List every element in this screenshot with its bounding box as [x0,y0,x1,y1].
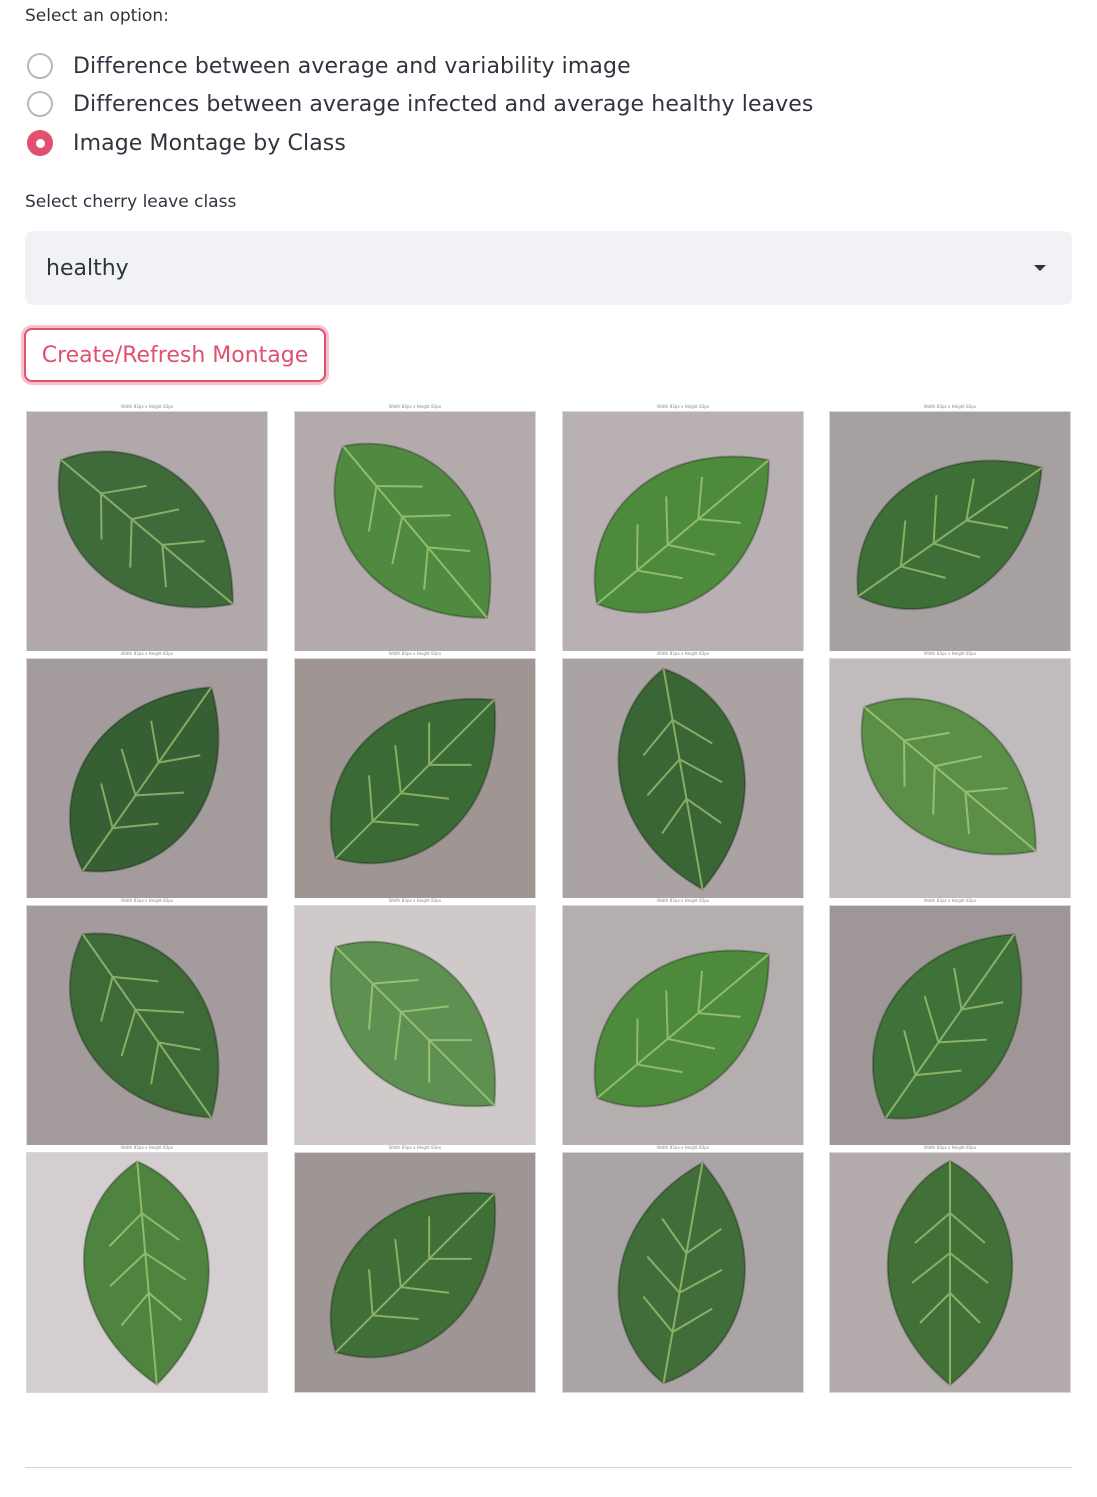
tile-caption: Width 83px x Height 83px [26,1145,268,1151]
leaf-image [829,658,1071,899]
montage-tile: Width 83px x Height 83px [294,898,536,1146]
montage-tile: Width 83px x Height 83px [562,1145,804,1393]
tile-caption: Width 83px x Height 83px [829,898,1071,904]
montage-tile: Width 83px x Height 83px [562,898,804,1146]
leaf-image [294,411,536,652]
leaf-image [26,905,268,1146]
tile-caption: Width 83px x Height 83px [562,651,804,657]
montage-tile: Width 83px x Height 83px [562,404,804,652]
tile-caption: Width 83px x Height 83px [294,1145,536,1151]
tile-caption: Width 83px x Height 83px [829,1145,1071,1151]
divider [25,1467,1072,1468]
leaf-image [562,658,804,899]
tile-caption: Width 83px x Height 83px [829,404,1071,410]
tile-caption: Width 83px x Height 83px [294,404,536,410]
chevron-down-icon [1034,265,1046,271]
radio-checked-icon[interactable] [27,130,53,156]
tile-caption: Width 83px x Height 83px [26,404,268,410]
select-value: healthy [46,255,129,281]
tile-caption: Width 83px x Height 83px [562,1145,804,1151]
leaf-image [26,411,268,652]
tile-caption: Width 83px x Height 83px [26,898,268,904]
radio-dot-icon [35,138,45,148]
montage-tile: Width 83px x Height 83px [294,651,536,899]
leaf-image [294,658,536,899]
leaf-image [562,411,804,652]
tile-caption: Width 83px x Height 83px [26,651,268,657]
montage-tile: Width 83px x Height 83px [562,651,804,899]
radio-option-label: Differences between average infected and… [73,91,814,117]
radio-option-label: Image Montage by Class [73,130,346,156]
leaf-image [26,1152,268,1393]
leaf-image [562,905,804,1146]
montage-tile: Width 83px x Height 83px [26,651,268,899]
radio-option[interactable]: Image Montage by Class [27,126,346,160]
create-refresh-montage-button[interactable]: Create/Refresh Montage [24,328,326,382]
montage-tile: Width 83px x Height 83px [26,404,268,652]
leaf-image [294,1152,536,1393]
montage-tile: Width 83px x Height 83px [26,1145,268,1393]
radio-group-label: Select an option: [25,6,169,26]
tile-caption: Width 83px x Height 83px [829,651,1071,657]
leaf-image [829,905,1071,1146]
montage-tile: Width 83px x Height 83px [829,404,1071,652]
tile-caption: Width 83px x Height 83px [294,898,536,904]
montage-tile: Width 83px x Height 83px [829,651,1071,899]
radio-option[interactable]: Differences between average infected and… [27,87,813,121]
class-select[interactable]: healthy [25,231,1072,305]
leaf-image [294,905,536,1146]
radio-option-label: Difference between average and variabili… [73,53,631,79]
radio-option[interactable]: Difference between average and variabili… [27,49,631,83]
select-label: Select cherry leave class [25,192,237,212]
tile-caption: Width 83px x Height 83px [294,651,536,657]
montage-tile: Width 83px x Height 83px [294,404,536,652]
radio-unchecked-icon[interactable] [27,53,53,79]
radio-unchecked-icon[interactable] [27,91,53,117]
montage-tile: Width 83px x Height 83px [26,898,268,1146]
leaf-image [829,411,1071,652]
leaf-image [829,1152,1071,1393]
tile-caption: Width 83px x Height 83px [562,404,804,410]
montage-tile: Width 83px x Height 83px [829,898,1071,1146]
leaf-image [562,1152,804,1393]
montage-tile: Width 83px x Height 83px [294,1145,536,1393]
leaf-image [26,658,268,899]
montage-tile: Width 83px x Height 83px [829,1145,1071,1393]
tile-caption: Width 83px x Height 83px [562,898,804,904]
